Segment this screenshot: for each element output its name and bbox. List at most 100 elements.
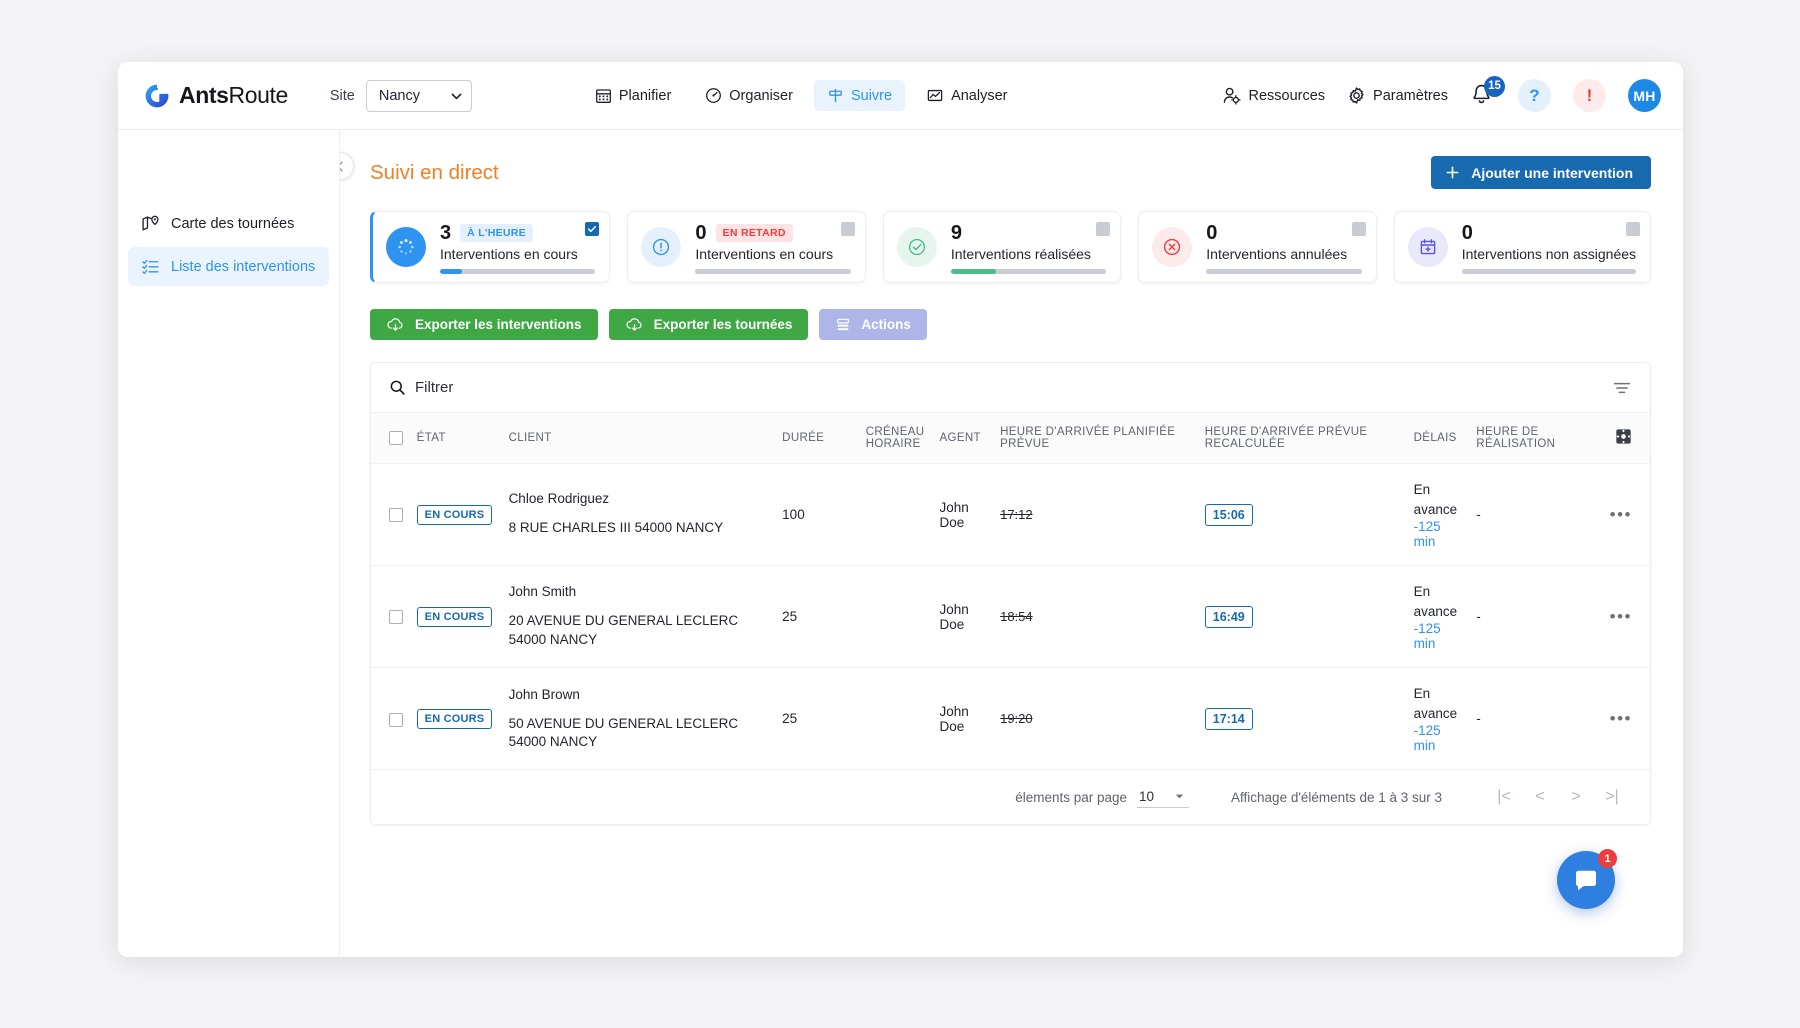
sidebar-item-carte-des-tournees[interactable]: Carte des tournées: [128, 204, 329, 243]
chat-button[interactable]: 1: [1557, 851, 1615, 909]
row-select-cell: [371, 464, 411, 566]
delay-text: En avance: [1414, 582, 1465, 621]
per-page-select[interactable]: 10: [1137, 787, 1189, 808]
more-horizontal-icon[interactable]: •••: [1610, 607, 1632, 626]
export-tournees-button[interactable]: Exporter les tournées: [609, 309, 809, 340]
sidebar-item-liste-des-interventions[interactable]: Liste des interventions: [128, 247, 329, 286]
row-checkbox[interactable]: [389, 713, 403, 727]
table-row[interactable]: EN COURS John Smith 20 AVENUE DU GENERAL…: [371, 566, 1650, 668]
status-badge: EN COURS: [417, 709, 493, 729]
add-intervention-button[interactable]: Ajouter une intervention: [1431, 156, 1651, 189]
stat-card-checkbox[interactable]: [1352, 222, 1366, 236]
nav-item-analyser[interactable]: Analyser: [913, 80, 1020, 111]
gauge-icon: [705, 87, 722, 104]
antsroute-logo-icon: [144, 83, 170, 109]
actions-button[interactable]: Actions: [819, 309, 927, 340]
stat-card-checkbox[interactable]: [841, 222, 855, 236]
pagination: élements par page 10 Affichage d'élément…: [371, 770, 1650, 824]
more-horizontal-icon[interactable]: •••: [1610, 505, 1632, 524]
sidebar: Carte des tournées Liste des interventio…: [118, 130, 340, 957]
col-client[interactable]: CLIENT: [503, 413, 777, 464]
stat-card-realisees[interactable]: 9 Interventions réalisées: [883, 211, 1121, 283]
row-delay-cell: En avance -125 min: [1408, 668, 1471, 770]
main-content: Suivi en direct Ajouter une intervention: [340, 130, 1683, 957]
stat-card-checkbox[interactable]: [585, 222, 599, 236]
pagination-info: Affichage d'éléments de 1 à 3 sur 3: [1231, 790, 1442, 805]
nav-label-analyser: Analyser: [951, 88, 1007, 104]
client-address: 50 AVENUE DU GENERAL LECLERC 54000 NANCY: [509, 715, 771, 751]
header-right-nav: Ressources Paramètres 15 ? ! MH: [1222, 79, 1661, 112]
chat-badge: 1: [1598, 849, 1617, 868]
row-recalculated-time-cell: 17:14: [1199, 668, 1408, 770]
select-all-checkbox[interactable]: [389, 431, 403, 445]
site-select[interactable]: Nancy: [366, 80, 472, 112]
page-header: Suivi en direct Ajouter une intervention: [340, 130, 1683, 189]
col-heure-arrivee-planifiee[interactable]: HEURE D'ARRIVÉE PLANIFIÉE PRÉVUE: [994, 413, 1199, 464]
nav-item-planifier[interactable]: Planifier: [582, 80, 684, 111]
table-row[interactable]: EN COURS Chloe Rodriguez 8 RUE CHARLES I…: [371, 464, 1650, 566]
site-label: Site: [330, 88, 355, 104]
row-creneau-cell: [860, 668, 934, 770]
stat-card-checkbox[interactable]: [1626, 222, 1640, 236]
stat-card-a-lheure[interactable]: 3 À L'HEURE Interventions en cours: [370, 211, 610, 283]
row-creneau-cell: [860, 464, 934, 566]
stack-icon: [835, 317, 851, 333]
status-badge: EN COURS: [417, 607, 493, 627]
filter-lines-icon[interactable]: [1612, 378, 1632, 398]
brand-text: AntsRoute: [179, 82, 288, 109]
recalculated-time: 15:06: [1205, 504, 1253, 526]
stat-label: Interventions réalisées: [951, 246, 1106, 262]
filter-bar: [371, 363, 1650, 413]
col-delais[interactable]: DÉLAIS: [1408, 413, 1471, 464]
more-horizontal-icon[interactable]: •••: [1610, 709, 1632, 728]
alert-button[interactable]: !: [1573, 79, 1606, 112]
row-checkbox[interactable]: [389, 610, 403, 624]
avatar[interactable]: MH: [1628, 79, 1661, 112]
stat-card-en-retard[interactable]: 0 EN RETARD Interventions en cours: [627, 211, 865, 283]
nav-item-suivre[interactable]: Suivre: [814, 80, 905, 111]
calendar-plus-icon: [1418, 237, 1438, 257]
spinner-icon-wrap: [386, 227, 426, 267]
col-etat[interactable]: ÉTAT: [411, 413, 503, 464]
select-all-header: [371, 413, 411, 464]
row-client-cell: John Brown 50 AVENUE DU GENERAL LECLERC …: [503, 668, 777, 770]
row-recalculated-time-cell: 16:49: [1199, 566, 1408, 668]
last-page-button[interactable]: >|: [1594, 788, 1630, 806]
next-page-button[interactable]: >: [1558, 788, 1594, 806]
help-button[interactable]: ?: [1518, 79, 1551, 112]
notifications-bell[interactable]: 15: [1470, 82, 1496, 110]
export-interventions-button[interactable]: Exporter les interventions: [370, 309, 598, 340]
col-agent[interactable]: AGENT: [934, 413, 995, 464]
nav-item-ressources[interactable]: Ressources: [1222, 86, 1325, 105]
stat-card-non-assignees[interactable]: 0 Interventions non assignées: [1394, 211, 1651, 283]
check-circle-icon: [907, 237, 927, 257]
col-heure-realisation[interactable]: HEURE DE RÉALISATION: [1470, 413, 1585, 464]
col-heure-arrivee-recalculee[interactable]: HEURE D'ARRIVÉE PRÉVUE RECALCULÉE: [1199, 413, 1408, 464]
first-page-button[interactable]: |<: [1486, 788, 1522, 806]
client-name: John Smith: [509, 584, 771, 599]
prev-page-button[interactable]: <: [1522, 788, 1558, 806]
row-client-cell: John Smith 20 AVENUE DU GENERAL LECLERC …: [503, 566, 777, 668]
stat-progress-bar: [440, 269, 595, 274]
nav-item-parametres[interactable]: Paramètres: [1347, 86, 1448, 105]
row-more-cell: •••: [1585, 566, 1650, 668]
table-row[interactable]: EN COURS John Brown 50 AVENUE DU GENERAL…: [371, 668, 1650, 770]
col-duree[interactable]: DURÉE: [776, 413, 860, 464]
site-select-wrap: Nancy: [366, 80, 472, 112]
planned-time: 19:20: [1000, 711, 1033, 726]
user-gear-icon: [1222, 86, 1241, 105]
check-circle-icon-wrap: [897, 227, 937, 267]
nav-item-organiser[interactable]: Organiser: [692, 80, 806, 111]
brand-logo[interactable]: AntsRoute: [144, 82, 288, 109]
stat-card-line1: 0: [1206, 223, 1361, 243]
filter-input[interactable]: [415, 379, 715, 396]
stat-card-line1: 0: [1462, 223, 1636, 243]
row-checkbox[interactable]: [389, 508, 403, 522]
stat-card-checkbox[interactable]: [1096, 222, 1110, 236]
stat-card-annulees[interactable]: 0 Interventions annulées: [1138, 211, 1376, 283]
client-address: 20 AVENUE DU GENERAL LECLERC 54000 NANCY: [509, 612, 771, 648]
row-planned-time-cell: 19:20: [994, 668, 1199, 770]
table-settings-icon[interactable]: [1615, 428, 1632, 445]
row-creneau-cell: [860, 566, 934, 668]
col-creneau-horaire[interactable]: CRÉNEAU HORAIRE: [860, 413, 934, 464]
